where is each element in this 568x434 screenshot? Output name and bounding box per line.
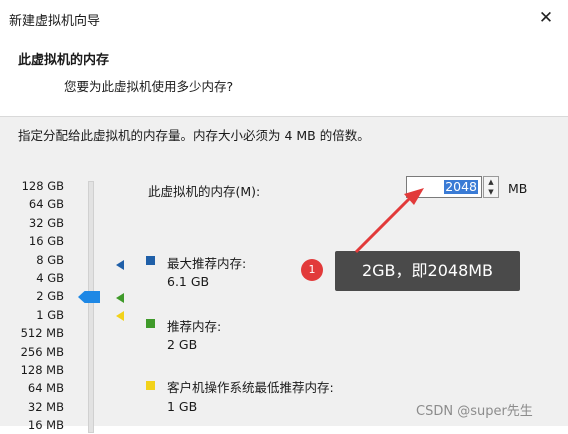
- scale-label: 16 MB: [27, 418, 64, 433]
- watermark: CSDN @super先生: [416, 404, 533, 419]
- scale-label: 16 GB: [28, 234, 64, 249]
- scale-label: 128 MB: [20, 362, 64, 377]
- window-title: 新建虚拟机向导: [9, 14, 101, 29]
- spin-up-icon[interactable]: ▲: [484, 177, 498, 187]
- memory-input-value: 2048: [444, 179, 478, 194]
- memory-unit: MB: [508, 181, 528, 196]
- wizard-header: 此虚拟机的内存 您要为此虚拟机使用多少内存?: [0, 36, 568, 117]
- memory-input[interactable]: 2048: [406, 176, 482, 198]
- recommended-marker: [116, 293, 124, 303]
- annotation-badge: 1: [301, 259, 323, 281]
- memory-description: 指定分配给此虚拟机的内存量。内存大小必须为 4 MB 的倍数。: [18, 128, 370, 143]
- recommended-label: 推荐内存:: [167, 319, 222, 334]
- scale-label: 8 GB: [36, 252, 64, 267]
- min-recommended-value: 1 GB: [167, 399, 198, 414]
- min-recommended-swatch: [146, 381, 155, 390]
- annotation-tooltip: 2GB，即2048MB: [335, 251, 520, 291]
- memory-slider-thumb[interactable]: [78, 291, 100, 303]
- min-recommended-label: 客户机操作系统最低推荐内存:: [167, 380, 334, 395]
- max-recommended-swatch: [146, 256, 155, 265]
- close-icon[interactable]: ✕: [534, 6, 558, 30]
- scale-label: 256 MB: [20, 344, 64, 359]
- scale-label: 64 GB: [28, 197, 64, 212]
- page-title: 此虚拟机的内存: [18, 53, 110, 68]
- scale-label: 1 GB: [36, 307, 64, 322]
- memory-label: 此虚拟机的内存(M):: [148, 184, 261, 199]
- recommended-value: 2 GB: [167, 337, 198, 352]
- title-bar: 新建虚拟机向导 ✕: [0, 0, 568, 36]
- scale-label: 128 GB: [21, 179, 64, 193]
- scale-label: 32 GB: [28, 215, 64, 230]
- max-recommended-value: 6.1 GB: [167, 274, 210, 289]
- content-area: 指定分配给此虚拟机的内存量。内存大小必须为 4 MB 的倍数。 128 GB 6…: [0, 117, 568, 433]
- page-subtitle: 您要为此虚拟机使用多少内存?: [64, 79, 234, 94]
- max-recommended-marker: [116, 260, 124, 270]
- scale-label: 512 MB: [20, 326, 64, 341]
- scale-label: 4 GB: [36, 270, 64, 285]
- recommended-swatch: [146, 319, 155, 328]
- memory-scale: 128 GB 64 GB 32 GB 16 GB 8 GB 4 GB 2 GB …: [0, 177, 64, 434]
- spin-down-icon[interactable]: ▼: [484, 187, 498, 197]
- scale-label: 32 MB: [27, 399, 64, 414]
- memory-spinner[interactable]: ▲ ▼: [483, 176, 499, 198]
- scale-label: 2 GB: [36, 289, 64, 304]
- scale-label: 64 MB: [27, 381, 64, 396]
- memory-slider-track[interactable]: [88, 181, 94, 433]
- max-recommended-label: 最大推荐内存:: [167, 256, 247, 271]
- min-recommended-marker: [116, 311, 124, 321]
